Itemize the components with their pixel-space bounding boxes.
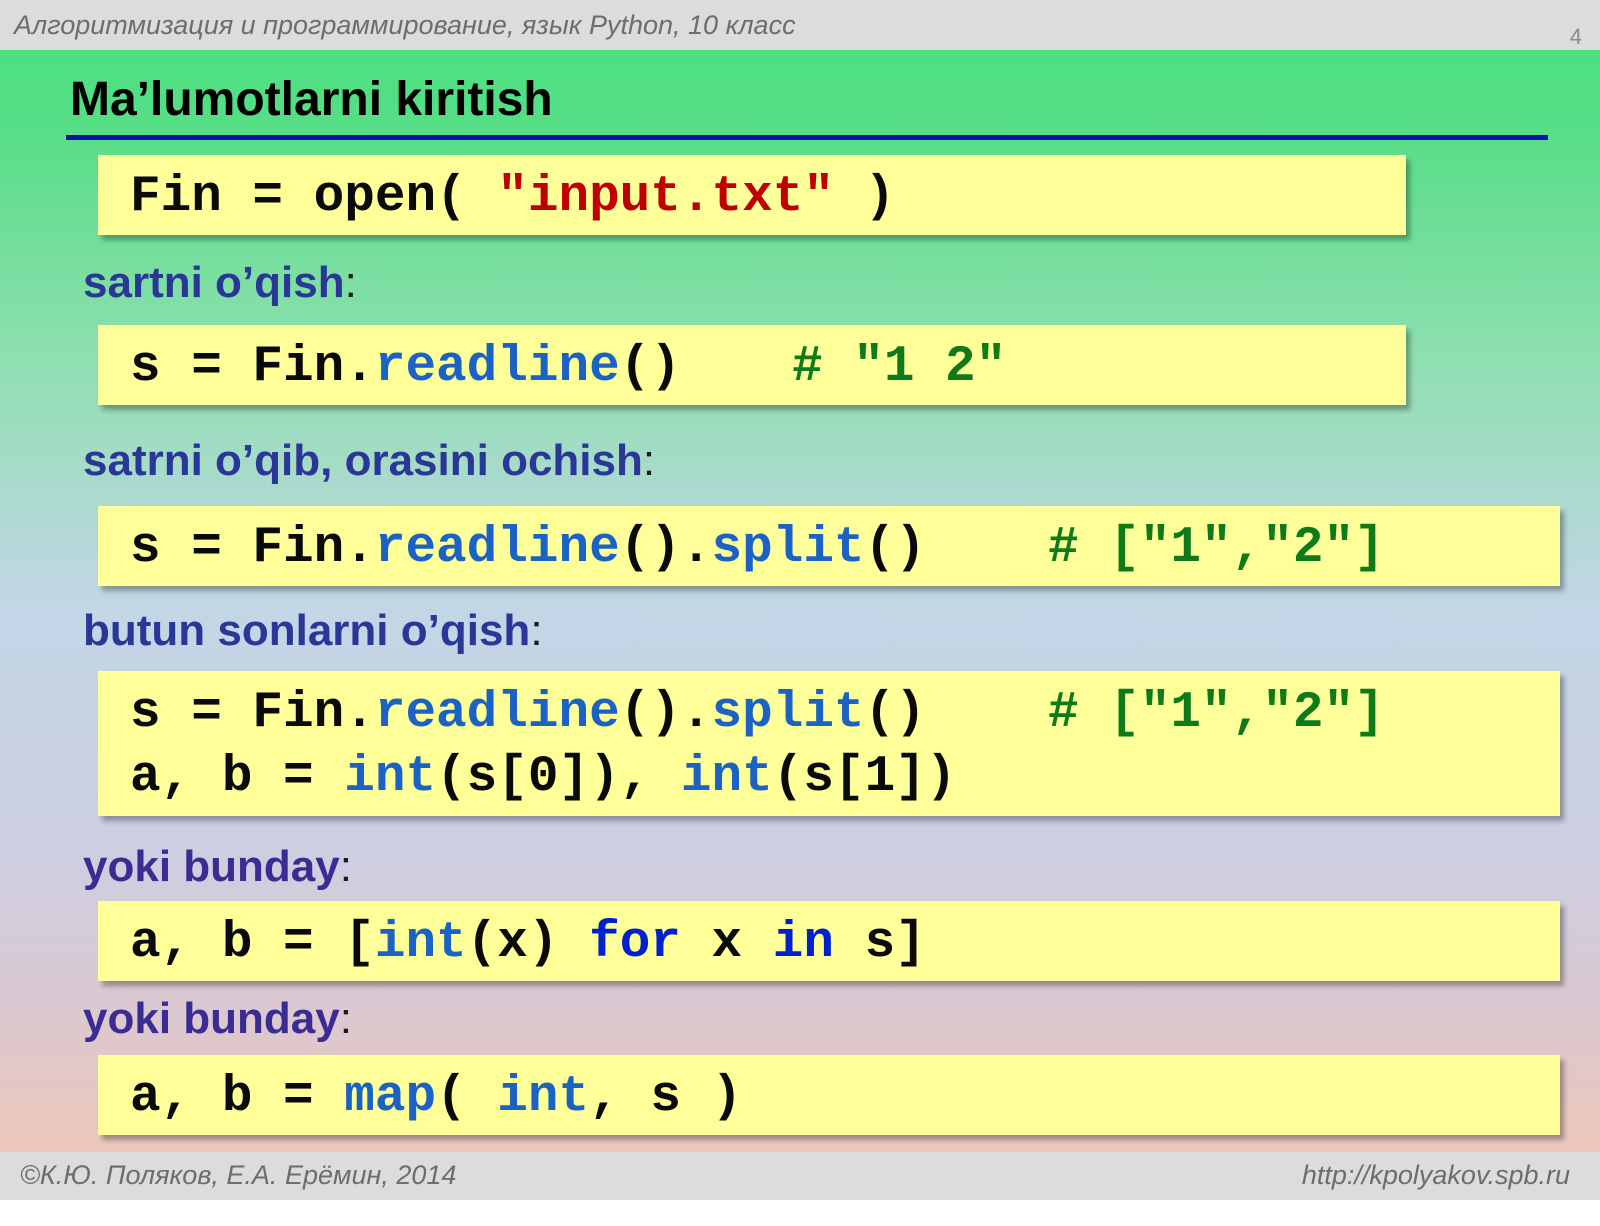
code-line: s = Fin.readline() xyxy=(130,339,681,396)
label-colon: : xyxy=(344,258,357,307)
code-block-open: Fin = open( "input.txt" ) xyxy=(98,155,1406,235)
code-comment: # ["1","2"] xyxy=(1048,685,1385,742)
label-split: satrni o’qib, orasini ochish: xyxy=(83,436,655,486)
code-function: map xyxy=(344,1069,437,1126)
footer-authors: ©К.Ю. Поляков, Е.А. Ерёмин, 2014 xyxy=(20,1160,457,1190)
code-method: split xyxy=(711,520,865,577)
footer-bar: ©К.Ю. Поляков, Е.А. Ерёмин, 2014 http://… xyxy=(0,1152,1600,1200)
code-keyword: for xyxy=(589,915,681,972)
course-subject: Алгоритмизация и программирование, язык … xyxy=(14,10,796,40)
code-line: a, b = map( int, s ) xyxy=(130,1069,742,1126)
code-text: () xyxy=(864,685,926,742)
label-colon: : xyxy=(339,994,352,1043)
code-block-comprehension: a, b = [int(x) for x in s] xyxy=(98,901,1560,981)
code-text: (x) xyxy=(466,915,590,972)
comment-text: # ["1","2"] xyxy=(1048,520,1385,577)
code-text: (). xyxy=(619,520,712,577)
code-block-ints: s = Fin.readline().split() # ["1","2"] a… xyxy=(98,671,1560,816)
footer-url[interactable]: http://kpolyakov.spb.ru xyxy=(1302,1160,1570,1191)
code-method: readline xyxy=(374,685,620,742)
code-text: s = Fin. xyxy=(130,685,375,742)
code-text: (s[0]), xyxy=(436,749,681,806)
code-function: int xyxy=(497,1069,590,1126)
code-text: s] xyxy=(833,915,926,972)
comment-text: # ["1","2"] xyxy=(1048,685,1385,742)
code-text: s = Fin. xyxy=(130,339,375,396)
label-map: yoki bunday: xyxy=(83,994,352,1044)
code-text: (s[1]) xyxy=(772,749,957,806)
code-text: x xyxy=(680,915,773,972)
label-text: yoki bunday xyxy=(83,994,340,1043)
code-method: readline xyxy=(374,520,620,577)
label-text: butun sonlarni o’qish xyxy=(83,606,531,655)
code-text: Fin = open( xyxy=(130,169,498,226)
code-text: () xyxy=(864,520,926,577)
label-colon: : xyxy=(339,842,352,891)
label-ints: butun sonlarni o’qish: xyxy=(83,606,543,656)
code-string: "input.txt" xyxy=(497,169,834,226)
code-line: s = Fin.readline().split() xyxy=(130,685,926,742)
code-line: a, b = [int(x) for x in s] xyxy=(130,915,926,972)
page-number: 4 xyxy=(1569,24,1582,49)
code-block-split: s = Fin.readline().split() # ["1","2"] xyxy=(98,506,1560,586)
code-block-readline: s = Fin.readline() # "1 2" xyxy=(98,325,1406,405)
code-text: s = Fin. xyxy=(130,520,375,577)
comment-text: # "1 2" xyxy=(792,339,1007,396)
code-text: a, b = xyxy=(130,749,345,806)
slide: Алгоритмизация и программирование, язык … xyxy=(0,0,1600,1200)
label-colon: : xyxy=(642,436,656,485)
code-text: () xyxy=(619,339,681,396)
code-line: Fin = open( "input.txt" ) xyxy=(130,169,895,226)
code-text: a, b = [ xyxy=(130,915,375,972)
code-comment: # "1 2" xyxy=(792,339,1006,396)
code-line: a, b = int(s[0]), int(s[1]) xyxy=(130,749,956,806)
code-text: (). xyxy=(619,685,712,742)
code-comment: # ["1","2"] xyxy=(1048,520,1385,577)
code-line: s = Fin.readline().split() xyxy=(130,520,926,577)
label-colon: : xyxy=(530,606,543,655)
label-text: satrni o’qib, orasini ochish xyxy=(83,436,643,485)
code-function: int xyxy=(374,915,467,972)
label-readline: sartni o’qish: xyxy=(83,258,357,308)
code-method: split xyxy=(711,685,865,742)
slide-title: Ma’lumotlarni kiritish xyxy=(70,73,553,126)
code-text: ( xyxy=(436,1069,498,1126)
label-text: yoki bunday xyxy=(83,842,340,891)
code-block-map: a, b = map( int, s ) xyxy=(98,1055,1560,1135)
label-text: sartni o’qish xyxy=(83,258,345,307)
code-function: int xyxy=(344,749,437,806)
code-text: , s ) xyxy=(589,1069,743,1126)
code-text: a, b = xyxy=(130,1069,345,1126)
code-keyword: in xyxy=(772,915,834,972)
header-bar: Алгоритмизация и программирование, язык … xyxy=(0,0,1600,50)
code-function: int xyxy=(680,749,773,806)
title-underline xyxy=(66,135,1548,140)
label-comprehension: yoki bunday: xyxy=(83,842,352,892)
code-text: ) xyxy=(833,169,896,226)
code-method: readline xyxy=(374,339,620,396)
